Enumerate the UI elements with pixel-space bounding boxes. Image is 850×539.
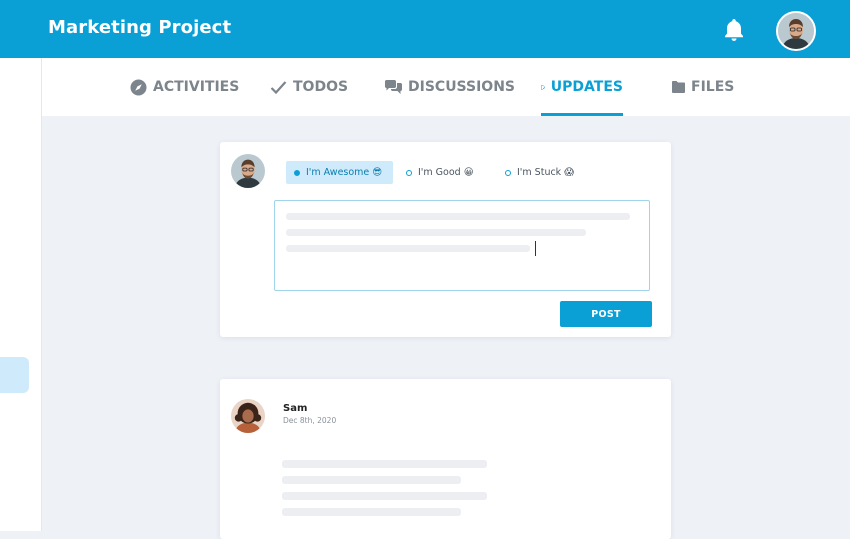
left-sidebar	[0, 58, 42, 531]
post-text-line	[282, 460, 487, 468]
project-title: Marketing Project	[48, 17, 232, 38]
sidebar-toggle-tab[interactable]	[0, 357, 29, 393]
update-text-input[interactable]	[274, 200, 650, 291]
tab-updates[interactable]: UPDATES	[541, 58, 623, 116]
post-author: Sam	[283, 403, 308, 414]
radio-selected-icon	[294, 169, 300, 176]
chat-bubbles-icon	[385, 79, 402, 94]
update-post: Sam Dec 8th, 2020	[220, 379, 671, 539]
tab-discussions[interactable]: DISCUSSIONS	[385, 58, 515, 116]
mood-option-stuck[interactable]: I'm Stuck 😱	[497, 161, 582, 184]
composer-avatar	[231, 154, 265, 188]
tab-label: DISCUSSIONS	[408, 79, 516, 95]
tab-files[interactable]: FILES	[672, 58, 734, 116]
mood-option-awesome[interactable]: I'm Awesome 😎	[286, 161, 393, 184]
text-placeholder-line	[286, 245, 530, 252]
check-icon	[270, 80, 287, 94]
user-avatar[interactable]	[776, 11, 816, 51]
text-caret	[535, 241, 536, 256]
text-placeholder-line	[286, 213, 630, 220]
update-composer: I'm Awesome 😎 I'm Good 😀 I'm Stuck 😱 POS…	[220, 142, 671, 337]
edit-document-icon	[541, 84, 545, 90]
mood-label: I'm Good 😀	[418, 167, 474, 178]
mood-option-good[interactable]: I'm Good 😀	[398, 161, 482, 184]
mood-label: I'm Awesome 😎	[306, 167, 383, 178]
tab-label: FILES	[691, 79, 735, 95]
post-date: Dec 8th, 2020	[283, 416, 337, 425]
author-avatar	[231, 399, 265, 433]
post-text-line	[282, 492, 487, 500]
post-button[interactable]: POST	[560, 301, 652, 327]
post-text-line	[282, 508, 461, 516]
notification-bell-icon[interactable]	[722, 17, 746, 43]
mood-label: I'm Stuck 😱	[517, 167, 575, 178]
tab-activities[interactable]: ACTIVITIES	[130, 58, 239, 116]
top-bar: Marketing Project	[0, 0, 850, 58]
tab-label: TODOS	[293, 79, 349, 95]
tab-label: UPDATES	[550, 79, 623, 95]
tab-todos[interactable]: TODOS	[270, 58, 348, 116]
post-text-line	[282, 476, 461, 484]
tab-label: ACTIVITIES	[153, 79, 240, 95]
text-placeholder-line	[286, 229, 586, 236]
folder-icon	[672, 81, 685, 93]
tab-bar: ACTIVITIES TODOS DISCUSSIONS UPDATES FIL…	[42, 58, 850, 116]
compass-icon	[130, 79, 147, 95]
active-tab-indicator	[541, 113, 623, 116]
radio-icon	[406, 169, 412, 176]
radio-icon	[505, 169, 511, 176]
